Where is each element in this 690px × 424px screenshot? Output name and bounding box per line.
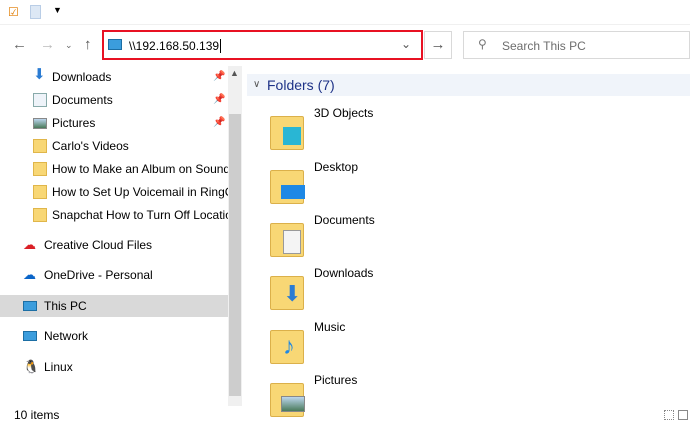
download-arrow-icon: ⬇ [33, 66, 46, 83]
sidebar-item-folder[interactable]: Carlo's Videos [0, 135, 228, 157]
go-button[interactable]: → [424, 31, 452, 59]
downloads-folder-icon: ⬇ [270, 276, 304, 310]
network-icon [23, 331, 37, 341]
navigation-pane: ⬇ Downloads 📌 Documents 📌 Pictures 📌 Carlo's… [0, 66, 228, 406]
folder-item[interactable]: Desktop [267, 160, 567, 210]
folder-item[interactable]: 3D Objects [267, 106, 567, 156]
sidebar-item-folder[interactable]: How to Set Up Voicemail in RingCe [0, 181, 228, 203]
music-folder-icon: ♪ [270, 330, 304, 364]
address-input[interactable]: \\192.168.50.139 [129, 39, 222, 53]
sidebar-item-pictures[interactable]: Pictures 📌 [0, 112, 228, 134]
folder-icon [33, 139, 47, 153]
item-count: 10 items [14, 408, 60, 422]
desktop-folder-icon [270, 170, 305, 204]
onedrive-icon: ☁ [23, 267, 36, 282]
sidebar-item-creative-cloud[interactable]: ☁ Creative Cloud Files [0, 234, 228, 256]
sidebar-item-documents[interactable]: Documents 📌 [0, 89, 228, 111]
pin-icon[interactable]: 📌 [213, 112, 225, 134]
chevron-down-icon[interactable]: ⌄ [401, 37, 411, 51]
customize-toolbar-icon[interactable]: ▼ [53, 5, 62, 15]
folder-icon [33, 185, 47, 199]
address-bar[interactable]: \\192.168.50.139 ⌄ [102, 30, 423, 60]
pin-icon[interactable]: 📌 [213, 89, 225, 111]
chevron-down-icon[interactable]: ∨ [253, 74, 260, 96]
large-icons-view-icon[interactable] [678, 410, 688, 420]
sidebar-scrollbar[interactable]: ▲ [228, 66, 242, 406]
folder-icon [33, 162, 47, 176]
sidebar-item-downloads[interactable]: ⬇ Downloads 📌 [0, 66, 228, 88]
linux-penguin-icon: 🐧 [23, 359, 40, 374]
sidebar-item-linux[interactable]: 🐧 Linux [0, 356, 228, 378]
sidebar-item-folder[interactable]: How to Make an Album on SoundC [0, 158, 228, 180]
sidebar-item-network[interactable]: Network [0, 325, 228, 347]
recent-locations-button[interactable]: ⌄ [65, 40, 73, 51]
folder-icon [33, 208, 47, 222]
status-bar: 10 items [0, 406, 690, 424]
folder-item[interactable]: ⬇ Downloads [267, 266, 567, 316]
sidebar-item-this-pc[interactable]: This PC [0, 295, 228, 317]
folders-group-header[interactable]: ∨ Folders (7) [247, 74, 690, 96]
search-icon: ⚲ [478, 37, 487, 51]
back-button[interactable]: ← [12, 36, 27, 53]
folder-item[interactable]: ♪ Music [267, 320, 567, 370]
details-view-icon[interactable] [664, 410, 674, 420]
computer-icon [23, 301, 37, 311]
sidebar-item-onedrive[interactable]: ☁ OneDrive - Personal [0, 264, 228, 286]
quick-access-toolbar: ☑ ▼ [0, 0, 690, 25]
search-box[interactable]: ⚲ Search This PC [463, 31, 690, 59]
pictures-icon [33, 118, 47, 129]
content-pane: ∨ Folders (7) 3D Objects Desktop Document… [247, 66, 690, 417]
forward-button[interactable]: → [40, 36, 55, 53]
up-button[interactable]: ↑ [84, 36, 92, 53]
computer-icon [108, 39, 122, 50]
scroll-up-icon[interactable]: ▲ [230, 68, 239, 78]
scrollbar-thumb[interactable] [229, 114, 241, 396]
pin-icon[interactable]: 📌 [213, 66, 225, 88]
properties-icon[interactable]: ☑ [8, 5, 19, 19]
creative-cloud-icon: ☁ [23, 237, 36, 252]
3d-objects-folder-icon [270, 116, 304, 150]
folder-item[interactable]: Documents [267, 213, 567, 263]
new-folder-icon[interactable] [30, 5, 41, 19]
documents-folder-icon [270, 223, 304, 257]
document-icon [33, 93, 47, 107]
sidebar-item-folder[interactable]: Snapchat How to Turn Off Location [0, 204, 228, 226]
search-input[interactable]: Search This PC [502, 39, 586, 53]
